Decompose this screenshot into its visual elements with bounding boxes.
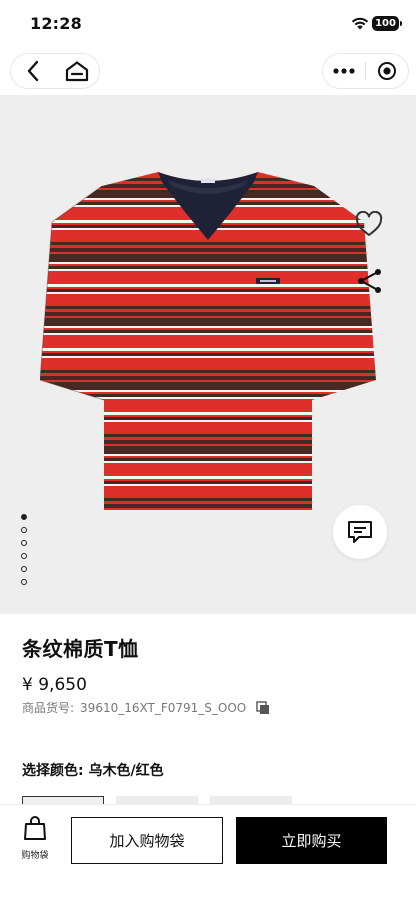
favorite-button[interactable] <box>353 208 385 240</box>
bottom-action-bar: 购物袋 加入购物袋 立即购买 <box>0 804 416 900</box>
buy-now-button[interactable]: 立即购买 <box>236 817 387 864</box>
back-button[interactable] <box>11 54 55 88</box>
sku-value: 39610_16XT_F0791_S_OOO <box>80 700 247 715</box>
target-close-icon <box>377 62 396 80</box>
shopping-bag-tab[interactable]: 购物袋 <box>14 815 56 863</box>
status-time: 12:28 <box>30 14 82 33</box>
sku-label: 商品货号: <box>22 701 75 715</box>
heart-icon <box>355 211 383 236</box>
color-selection-label: 选择颜色: 乌木色/红色 <box>22 763 164 779</box>
product-detail-page: 12:28 100 条纹棉质T恤 ¥ 9,650 商品货号: 39610_16X… <box>0 0 416 900</box>
copy-icon[interactable] <box>256 700 270 715</box>
pagination-dot[interactable] <box>21 566 27 572</box>
wifi-icon <box>351 17 369 30</box>
close-miniprogram-button[interactable] <box>366 54 408 88</box>
pagination-dot[interactable] <box>21 527 27 533</box>
pagination-dot[interactable] <box>21 540 27 546</box>
home-button[interactable] <box>55 54 99 88</box>
chat-icon <box>348 521 372 543</box>
pagination-dot[interactable] <box>21 553 27 559</box>
sku-row: 商品货号: 39610_16XT_F0791_S_OOO <box>22 699 270 716</box>
share-icon <box>358 269 381 293</box>
status-bar: 12:28 100 <box>0 0 416 48</box>
chevron-left-icon <box>27 60 39 82</box>
gallery-pagination <box>21 514 29 592</box>
pagination-dot[interactable] <box>21 514 27 520</box>
share-button[interactable] <box>354 265 386 297</box>
customer-service-button[interactable] <box>333 505 387 559</box>
product-title: 条纹棉质T恤 <box>22 637 139 661</box>
add-to-bag-button[interactable]: 加入购物袋 <box>71 817 223 864</box>
battery-indicator: 100 <box>372 16 402 31</box>
pagination-dot[interactable] <box>21 579 27 585</box>
nav-capsule-left <box>10 53 100 89</box>
more-button[interactable] <box>323 54 365 88</box>
home-icon <box>65 61 89 82</box>
more-dots-icon <box>333 68 355 74</box>
nav-capsule-right <box>322 53 409 89</box>
product-image <box>40 172 376 510</box>
shopping-bag-icon <box>24 816 46 840</box>
product-price: ¥ 9,650 <box>22 675 87 695</box>
shopping-bag-label: 购物袋 <box>21 851 49 861</box>
